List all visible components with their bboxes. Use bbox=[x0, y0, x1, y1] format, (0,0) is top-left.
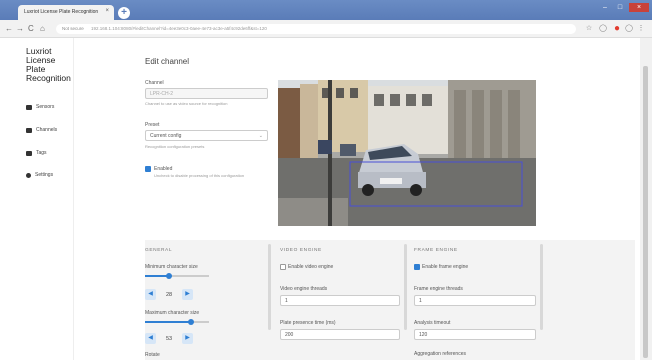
panel-divider bbox=[540, 244, 543, 330]
video-threads-label: Video engine threads bbox=[280, 286, 328, 292]
new-tab-button[interactable]: + bbox=[118, 7, 130, 19]
scrollbar-thumb[interactable] bbox=[643, 66, 648, 358]
url-text: 192.168.1.104:8080/#/editChannel?id=4ee3… bbox=[91, 26, 267, 31]
enable-video-engine-label: Enable video engine bbox=[288, 264, 334, 270]
min-char-slider[interactable] bbox=[145, 273, 209, 279]
min-char-increment-button[interactable]: ▶ bbox=[182, 289, 193, 300]
channels-icon bbox=[26, 127, 32, 133]
preset-label: Preset bbox=[145, 122, 160, 128]
sidebar-item-sensors[interactable]: Sensors bbox=[26, 104, 54, 110]
sidebar-item-label: Settings bbox=[35, 172, 54, 178]
min-char-decrement-button[interactable]: ◀ bbox=[145, 289, 156, 300]
secure-label: Not secure bbox=[62, 26, 84, 31]
sidebar: Luxriot License Plate Recognition Sensor… bbox=[0, 38, 74, 360]
min-char-label: Minimum character size bbox=[145, 264, 198, 270]
video-threads-value: 1 bbox=[285, 298, 288, 304]
channel-select: LPR-CH-2 bbox=[145, 88, 268, 99]
chevron-down-icon: ⌄ bbox=[258, 133, 263, 139]
enabled-help: Uncheck to disable processing of this co… bbox=[154, 173, 245, 178]
enable-video-engine-checkbox[interactable] bbox=[280, 264, 286, 270]
preset-help: Recognition configuration presets bbox=[145, 144, 205, 149]
sidebar-item-channels[interactable]: Channels bbox=[26, 127, 57, 133]
adblock-icon[interactable]: ● bbox=[612, 24, 622, 34]
tags-icon bbox=[26, 150, 32, 156]
extension-icon[interactable]: ◯ bbox=[598, 24, 608, 34]
channel-label: Channel bbox=[145, 80, 164, 86]
analysis-timeout-label: Analysis timeout bbox=[414, 320, 451, 326]
aggregation-label: Aggregation references bbox=[414, 351, 466, 357]
menu-icon[interactable]: ⋮ bbox=[636, 24, 646, 34]
enabled-checkbox[interactable] bbox=[145, 166, 151, 172]
tab-title: Luxriot License Plate Recognition bbox=[24, 9, 99, 15]
video-threads-input[interactable]: 1 bbox=[280, 295, 400, 306]
app-logo[interactable]: Luxriot License Plate Recognition bbox=[26, 47, 74, 83]
panel-divider bbox=[404, 244, 407, 330]
enabled-label: Enabled bbox=[154, 166, 173, 172]
maximize-button[interactable]: □ bbox=[613, 3, 627, 12]
page-title: Edit channel bbox=[145, 57, 190, 66]
max-char-label: Maximum character size bbox=[145, 310, 200, 316]
video-engine-section-title: VIDEO ENGINE bbox=[280, 248, 322, 253]
frame-engine-section-title: FRAME ENGINE bbox=[414, 248, 458, 253]
video-preview[interactable] bbox=[278, 80, 536, 226]
max-char-decrement-button[interactable]: ◀ bbox=[145, 333, 156, 344]
frame-threads-label: Frame engine threads bbox=[414, 286, 463, 292]
rotate-label: Rotate bbox=[145, 352, 160, 358]
browser-toolbar: ← → C ⌂ Not secure 192.168.1.104:8080/#/… bbox=[0, 20, 652, 38]
plate-presence-label: Plate presence time (ms) bbox=[280, 320, 336, 326]
sidebar-item-label: Channels bbox=[36, 127, 58, 133]
forward-icon[interactable]: → bbox=[16, 24, 24, 34]
channel-value: LPR-CH-2 bbox=[150, 91, 174, 97]
sensors-icon bbox=[26, 104, 32, 110]
tab-close-icon[interactable]: × bbox=[105, 8, 109, 14]
max-char-increment-button[interactable]: ▶ bbox=[182, 333, 193, 344]
preset-select[interactable]: Current config ⌄ bbox=[145, 130, 268, 141]
minimize-button[interactable]: – bbox=[598, 3, 612, 12]
min-char-value: 28 bbox=[165, 292, 173, 298]
enable-frame-engine-label: Enable frame engine bbox=[422, 264, 469, 270]
channel-help: Channel to use as video source for recog… bbox=[145, 101, 228, 106]
home-icon[interactable]: ⌂ bbox=[40, 24, 45, 34]
plate-presence-input[interactable]: 200 bbox=[280, 329, 400, 340]
back-icon[interactable]: ← bbox=[5, 24, 13, 34]
browser-tab[interactable]: Luxriot License Plate Recognition × bbox=[18, 5, 114, 20]
star-icon[interactable]: ☆ bbox=[584, 24, 594, 34]
browser-titlebar: Luxriot License Plate Recognition × + – … bbox=[0, 0, 652, 20]
analysis-timeout-value: 120 bbox=[419, 332, 428, 338]
frame-threads-value: 1 bbox=[419, 298, 422, 304]
frame-threads-input[interactable]: 1 bbox=[414, 295, 536, 306]
max-char-value: 53 bbox=[165, 336, 173, 342]
profile-icon[interactable]: ◯ bbox=[624, 24, 634, 34]
sidebar-item-label: Sensors bbox=[36, 104, 55, 110]
enable-frame-engine-checkbox[interactable] bbox=[414, 264, 420, 270]
sidebar-item-label: Tags bbox=[36, 150, 47, 156]
camera-frame-image bbox=[278, 80, 536, 226]
plate-presence-value: 200 bbox=[285, 332, 294, 338]
page-scrollbar[interactable] bbox=[640, 38, 652, 360]
slider-fill bbox=[145, 321, 192, 323]
reload-icon[interactable]: C bbox=[28, 24, 34, 34]
panel-divider bbox=[268, 244, 271, 330]
max-char-slider[interactable] bbox=[145, 319, 209, 325]
sidebar-item-tags[interactable]: Tags bbox=[26, 150, 47, 156]
url-bar[interactable]: Not secure 192.168.1.104:8080/#/editChan… bbox=[56, 24, 576, 34]
window-close-button[interactable]: × bbox=[629, 3, 649, 12]
settings-icon bbox=[26, 172, 31, 178]
analysis-timeout-input[interactable]: 120 bbox=[414, 329, 536, 340]
general-section-title: GENERAL bbox=[145, 248, 173, 253]
sidebar-item-settings[interactable]: Settings bbox=[26, 172, 53, 178]
preset-value: Current config bbox=[150, 133, 182, 139]
